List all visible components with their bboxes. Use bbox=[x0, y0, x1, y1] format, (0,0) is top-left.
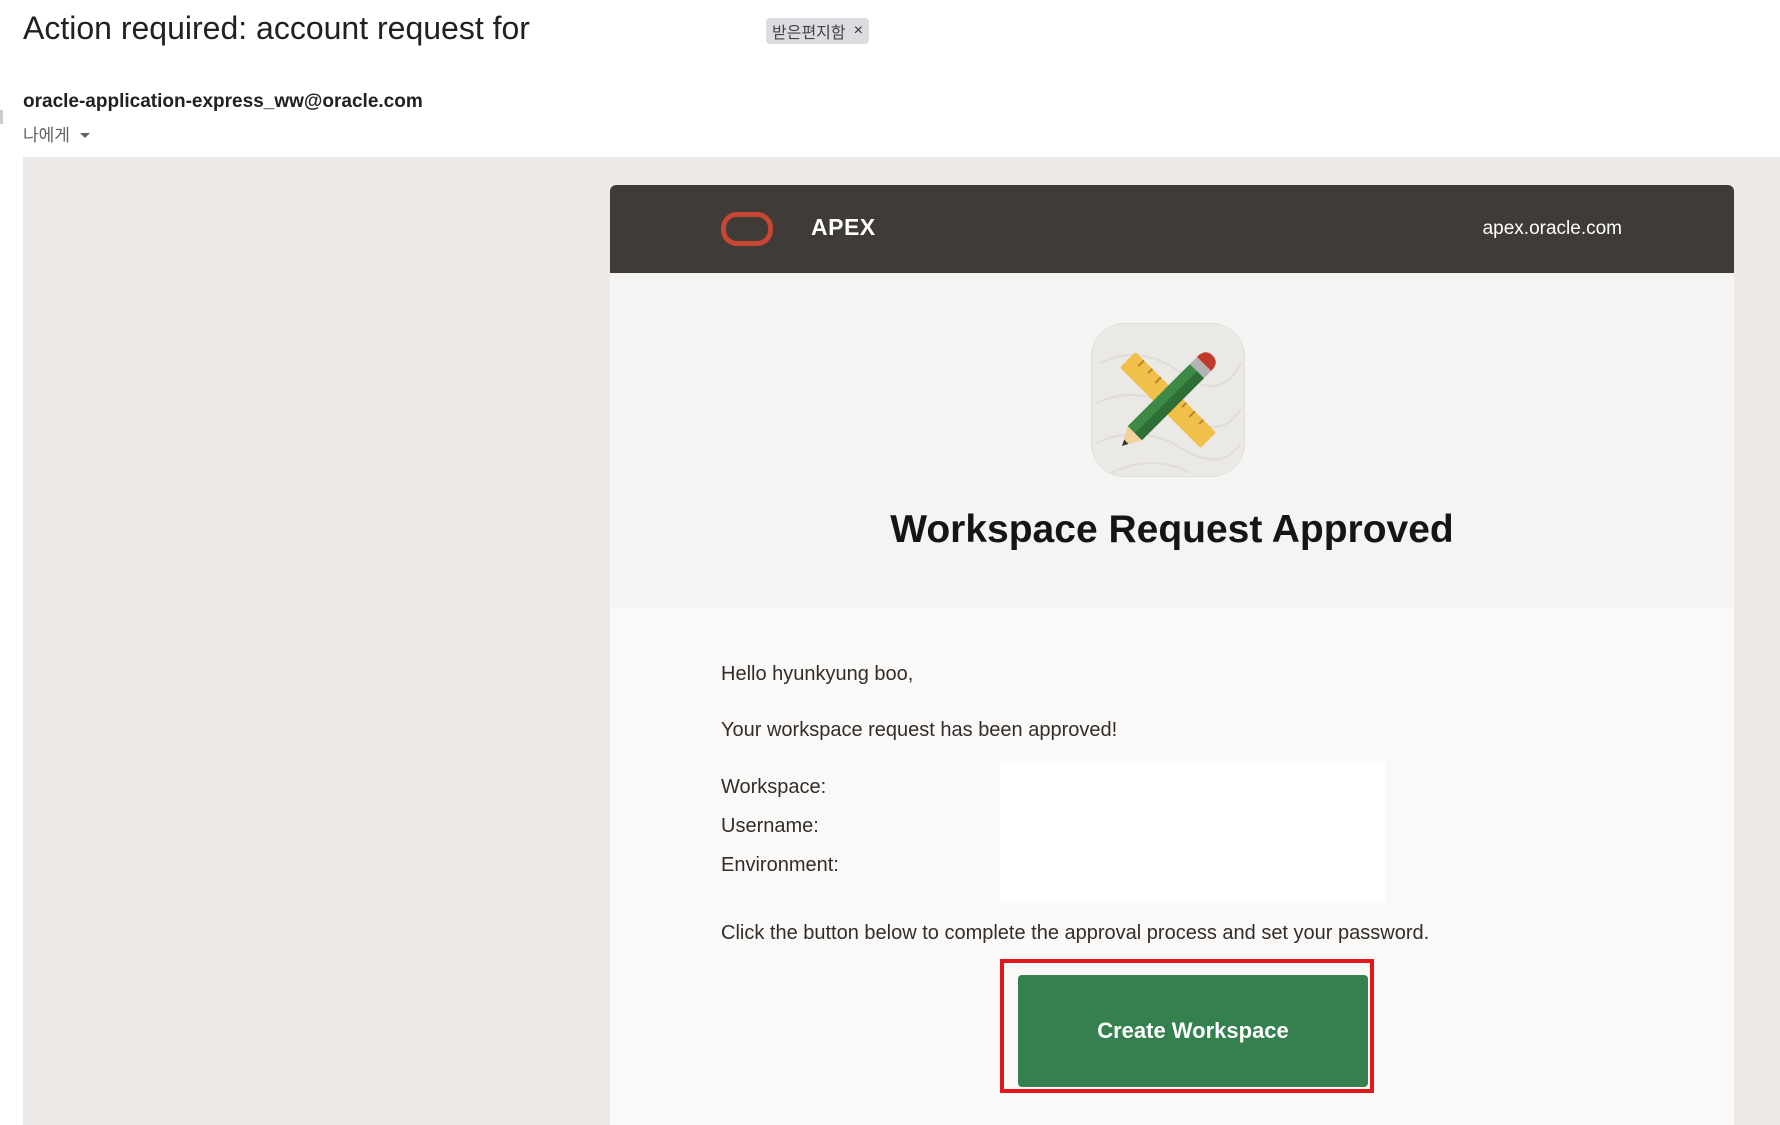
remove-label-icon[interactable]: × bbox=[854, 22, 863, 40]
recipient-label: 나에게 bbox=[23, 126, 70, 145]
workspace-label: Workspace: bbox=[721, 776, 827, 798]
oracle-logo-icon bbox=[721, 212, 773, 246]
brand-name: APEX bbox=[811, 214, 876, 240]
hero-title: Workspace Request Approved bbox=[890, 508, 1454, 551]
approved-message: Your workspace request has been approved… bbox=[721, 719, 1118, 741]
inbox-label-chip[interactable]: 받은편지함 × bbox=[766, 18, 869, 44]
side-marker bbox=[0, 110, 3, 124]
workspace-value bbox=[1000, 761, 1385, 800]
instruction-text: Click the button below to complete the a… bbox=[721, 922, 1430, 944]
recipient-dropdown[interactable]: 나에게 bbox=[23, 121, 90, 146]
username-label: Username: bbox=[721, 815, 819, 837]
username-value bbox=[1000, 800, 1385, 839]
environment-label: Environment: bbox=[721, 854, 839, 876]
sender-address: oracle-application-express_ww@oracle.com bbox=[23, 91, 423, 112]
apex-email-card: APEX apex.oracle.com Workspace Request A… bbox=[610, 185, 1734, 1125]
brand-domain-link[interactable]: apex.oracle.com bbox=[1483, 218, 1622, 240]
card-header: APEX apex.oracle.com bbox=[610, 185, 1734, 273]
email-body: APEX apex.oracle.com Workspace Request A… bbox=[23, 157, 1780, 1125]
inbox-label-text: 받은편지함 bbox=[772, 25, 846, 42]
greeting-text: Hello hyunkyung boo, bbox=[721, 663, 914, 685]
hero-section: Workspace Request Approved bbox=[610, 273, 1734, 608]
environment-value bbox=[1000, 839, 1385, 878]
email-subject: Action required: account request for bbox=[23, 10, 530, 46]
create-workspace-button[interactable]: Create Workspace bbox=[1018, 975, 1368, 1087]
chevron-down-icon[interactable] bbox=[79, 132, 90, 138]
pencil-ruler-icon bbox=[1091, 323, 1245, 477]
details-values-box bbox=[1000, 761, 1385, 903]
